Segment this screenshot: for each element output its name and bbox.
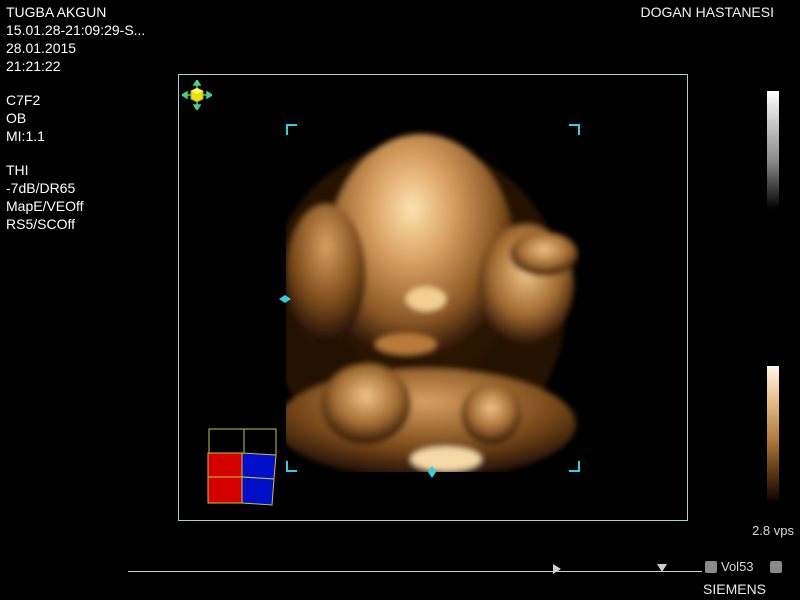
roi-corner-bottom-left[interactable]	[286, 461, 297, 472]
grayscale-bar	[767, 91, 779, 209]
patient-name: TUGBA AKGUN	[6, 4, 107, 20]
orientation-cube-icon[interactable]	[206, 427, 278, 507]
info-panel: TUGBA AKGUN 15.01.28-21:09:29-S... 28.01…	[6, 3, 145, 233]
volume-next-icon[interactable]	[770, 561, 782, 573]
study-time: 21:21:22	[6, 58, 61, 74]
cine-timeline[interactable]	[128, 571, 702, 572]
volume-rate: 2.8 vps	[752, 523, 794, 538]
transducer-label: C7F2	[6, 92, 41, 108]
study-id: 15.01.28-21:09:29-S...	[6, 22, 146, 38]
roi-box[interactable]	[286, 124, 580, 472]
volume-label: Vol53	[721, 559, 754, 574]
rs-label: RS5/SCOff	[6, 216, 75, 232]
roi-corner-top-left[interactable]	[286, 124, 297, 135]
brand-logo: SIEMENS	[703, 581, 767, 597]
color-map-bar	[767, 366, 779, 500]
gain-label: -7dB/DR65	[6, 180, 76, 196]
mode-label: THI	[6, 162, 29, 178]
map-label: MapE/VEOff	[6, 198, 84, 214]
hospital-name: DOGAN HASTANESI	[640, 4, 774, 20]
move-arrows-icon[interactable]	[182, 80, 212, 110]
play-marker-icon[interactable]	[553, 564, 561, 574]
position-marker-icon[interactable]	[657, 564, 667, 572]
roi-side-handle-icon[interactable]	[279, 295, 291, 303]
volume-prev-icon[interactable]	[705, 561, 717, 573]
ultrasound-screen: { "patient": { "name": "TUGBA AKGUN", "s…	[0, 0, 800, 600]
roi-bottom-handle-icon[interactable]	[428, 466, 436, 478]
exam-label: OB	[6, 110, 27, 126]
roi-corner-bottom-right[interactable]	[569, 461, 580, 472]
roi-corner-top-right[interactable]	[569, 124, 580, 135]
mi-label: MI:1.1	[6, 128, 45, 144]
study-date: 28.01.2015	[6, 40, 77, 56]
